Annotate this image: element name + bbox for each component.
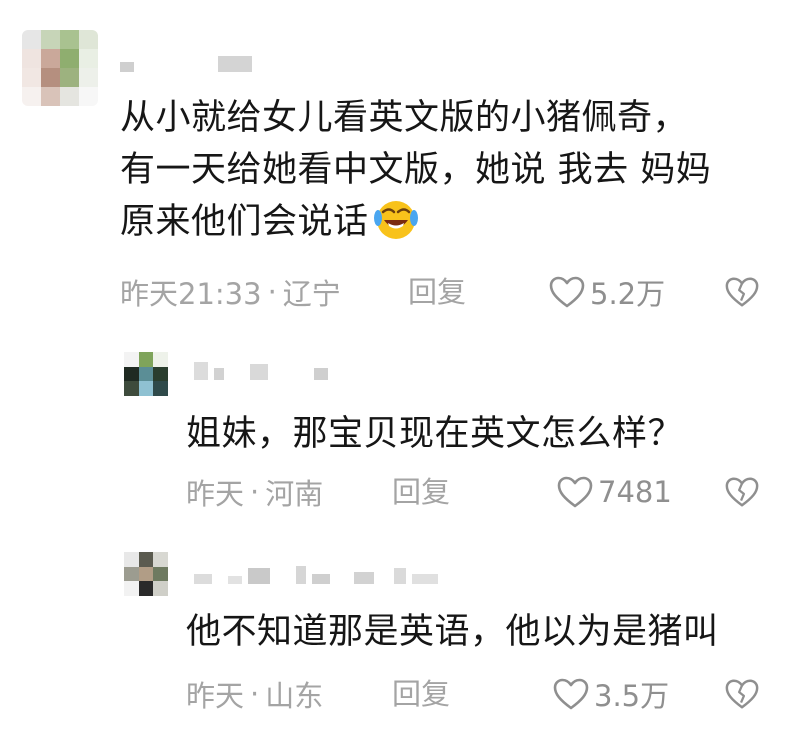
broken-heart-icon[interactable] — [724, 676, 760, 712]
username-blurred[interactable] — [120, 56, 252, 72]
comment-line: 他不知道那是英语，他以为是猪叫 — [186, 612, 719, 652]
comment-meta: 昨天 · 山东 — [186, 674, 323, 714]
comment-body: 他不知道那是英语，他以为是猪叫 — [186, 606, 719, 658]
comment-time: 昨天21:33 — [120, 277, 262, 311]
broken-heart-icon[interactable] — [724, 274, 760, 310]
username-blurred[interactable] — [194, 566, 438, 584]
like-count: 7481 — [598, 475, 672, 509]
like-count: 5.2万 — [590, 277, 666, 311]
reply-button[interactable]: 回复 — [408, 272, 466, 312]
comment-line: 从小就给女儿看英文版的小猪佩奇， — [120, 98, 689, 138]
comment-location: 河南 — [265, 477, 324, 511]
avatar[interactable] — [124, 352, 168, 396]
like-button[interactable]: 3.5万 — [552, 674, 669, 714]
reply-button[interactable]: 回复 — [392, 472, 450, 512]
avatar[interactable] — [124, 552, 168, 596]
heart-outline-icon — [557, 476, 593, 508]
laughing-crying-emoji-icon — [373, 201, 418, 239]
comment-line: 有一天给她看中文版，她说 我去 妈妈 — [120, 150, 712, 190]
comment-body: 从小就给女儿看英文版的小猪佩奇， 有一天给她看中文版，她说 我去 妈妈 原来他们… — [120, 92, 711, 248]
like-count: 3.5万 — [594, 679, 670, 713]
heart-outline-icon — [549, 276, 585, 308]
avatar[interactable] — [22, 30, 98, 106]
comment-thread: 从小就给女儿看英文版的小猪佩奇， 有一天给她看中文版，她说 我去 妈妈 原来他们… — [0, 0, 806, 730]
heart-outline-icon — [553, 678, 589, 710]
separator: · — [250, 475, 260, 509]
comment-meta: 昨天 · 河南 — [186, 472, 323, 512]
like-button[interactable]: 5.2万 — [548, 272, 665, 312]
reply-button[interactable]: 回复 — [392, 674, 450, 714]
comment-line: 原来他们会说话 — [120, 196, 711, 248]
comment-meta: 昨天21:33 · 辽宁 — [120, 272, 341, 312]
separator: · — [267, 275, 277, 309]
separator: · — [250, 677, 260, 711]
comment-location: 辽宁 — [282, 277, 341, 311]
comment-location: 山东 — [265, 679, 324, 713]
comment-line: 姐妹，那宝贝现在英文怎么样？ — [186, 414, 684, 454]
like-button[interactable]: 7481 — [556, 472, 672, 512]
username-blurred[interactable] — [194, 362, 328, 380]
broken-heart-icon[interactable] — [724, 474, 760, 510]
comment-time: 昨天 — [186, 477, 245, 511]
comment-body: 姐妹，那宝贝现在英文怎么样？ — [186, 408, 683, 460]
comment-time: 昨天 — [186, 679, 245, 713]
